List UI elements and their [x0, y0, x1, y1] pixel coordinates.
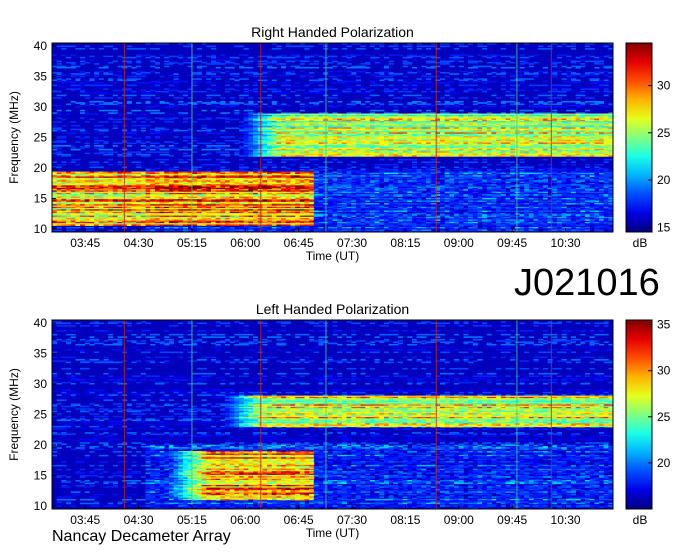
x-tick-label: 09:45: [497, 513, 527, 527]
colorbar-tick-label: 15: [657, 220, 671, 234]
y-tick-label: 30: [34, 377, 48, 391]
colorbar-tick-label: 35: [657, 318, 671, 332]
y-tick-label: 15: [34, 468, 48, 482]
chart-title: Left Handed Polarization: [256, 301, 409, 317]
colorbar: [625, 42, 653, 233]
heatmap-cells: [52, 43, 613, 232]
colorbar-tick-label: 20: [657, 456, 671, 470]
colorbar: [625, 319, 653, 510]
x-tick-label: 04:30: [124, 513, 154, 527]
y-tick-label: 25: [34, 131, 48, 145]
spectrogram-panel-right: Right Handed Polarization 03:45 04:30 05:15…: [7, 24, 671, 263]
heatmap-cells: [52, 320, 613, 509]
y-tick-label: 40: [34, 316, 48, 330]
observation-id: J021016: [514, 262, 660, 304]
colorbar-tick-label: 25: [657, 410, 671, 424]
x-tick-label: 06:00: [230, 236, 260, 250]
y-tick-label: 15: [34, 191, 48, 205]
spectrogram-panel-left: Left Handed Polarization 03:45 04:30 05:15 0…: [7, 301, 671, 540]
x-tick-label: 08:15: [390, 513, 420, 527]
x-tick-label: 10:30: [551, 513, 581, 527]
x-tick-label: 10:30: [551, 236, 581, 250]
x-tick-label: 03:45: [70, 236, 100, 250]
x-tick-label: 09:00: [444, 513, 474, 527]
colorbar-tick-label: 30: [657, 79, 671, 93]
x-tick-label: 08:15: [390, 236, 420, 250]
y-axis-label: Frequency (MHz): [7, 368, 21, 461]
x-tick-label: 07:30: [337, 236, 367, 250]
x-tick-label: 07:30: [337, 513, 367, 527]
x-tick-label: 03:45: [70, 513, 100, 527]
x-tick-label: 06:00: [230, 513, 260, 527]
y-tick-label: 35: [34, 70, 48, 84]
y-axis-label: Frequency (MHz): [7, 91, 21, 184]
y-tick-label: 40: [34, 39, 48, 53]
colorbar-label: dB: [633, 236, 648, 250]
x-tick-label: 06:45: [284, 513, 314, 527]
colorbar-tick-label: 30: [657, 364, 671, 378]
y-tick-label: 30: [34, 100, 48, 114]
x-tick-label: 05:15: [177, 513, 207, 527]
y-tick-label: 10: [34, 499, 48, 513]
y-tick-label: 20: [34, 438, 48, 452]
y-tick-label: 25: [34, 408, 48, 422]
x-tick-label: 09:45: [497, 236, 527, 250]
footer-label: Nancay Decameter Array: [52, 528, 231, 545]
x-axis-label: Time (UT): [306, 249, 360, 263]
x-tick-label: 06:45: [284, 236, 314, 250]
colorbar-tick-label: 25: [657, 126, 671, 140]
colorbar-tick-label: 20: [657, 173, 671, 187]
y-tick-label: 35: [34, 347, 48, 361]
colorbar-label: dB: [633, 513, 648, 527]
x-tick-label: 04:30: [124, 236, 154, 250]
y-tick-label: 20: [34, 161, 48, 175]
x-axis-label: Time (UT): [306, 526, 360, 540]
x-tick-label: 09:00: [444, 236, 474, 250]
x-tick-label: 05:15: [177, 236, 207, 250]
y-tick-label: 10: [34, 222, 48, 236]
chart-title: Right Handed Polarization: [251, 24, 414, 40]
